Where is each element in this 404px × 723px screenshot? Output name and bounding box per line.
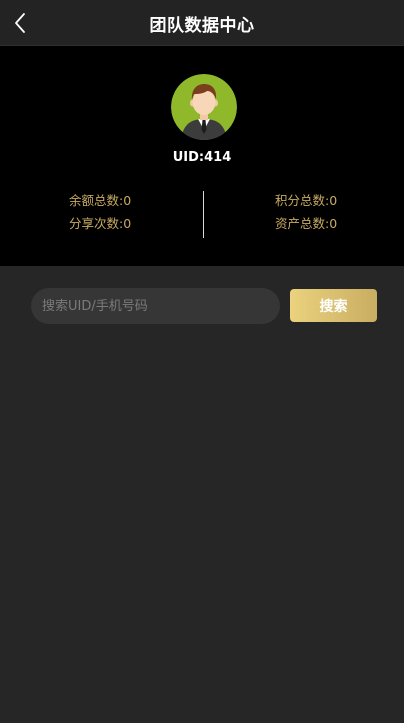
avatar	[171, 74, 237, 140]
share-count-stat: 分享次数:0	[69, 216, 132, 231]
stats-divider	[203, 191, 204, 238]
uid-label: UID:414	[172, 150, 232, 165]
points-total-stat: 积分总数:0	[275, 193, 338, 208]
stats-panel: UID:414 余额总数:0 积分总数:0 分享次数:0 资产总数:0	[0, 46, 404, 266]
balance-total-stat: 余额总数:0	[69, 193, 132, 208]
search-input[interactable]	[31, 288, 280, 324]
user-avatar-icon	[171, 74, 237, 140]
assets-total-stat: 资产总数:0	[275, 216, 338, 231]
search-button[interactable]: 搜索	[290, 289, 377, 322]
page: 团队数据中心 UID:414 余额总数:0 积分总数:0 分享次数:0 资产总数…	[0, 0, 404, 723]
header-bar: 团队数据中心	[0, 0, 404, 46]
page-title: 团队数据中心	[149, 16, 255, 36]
